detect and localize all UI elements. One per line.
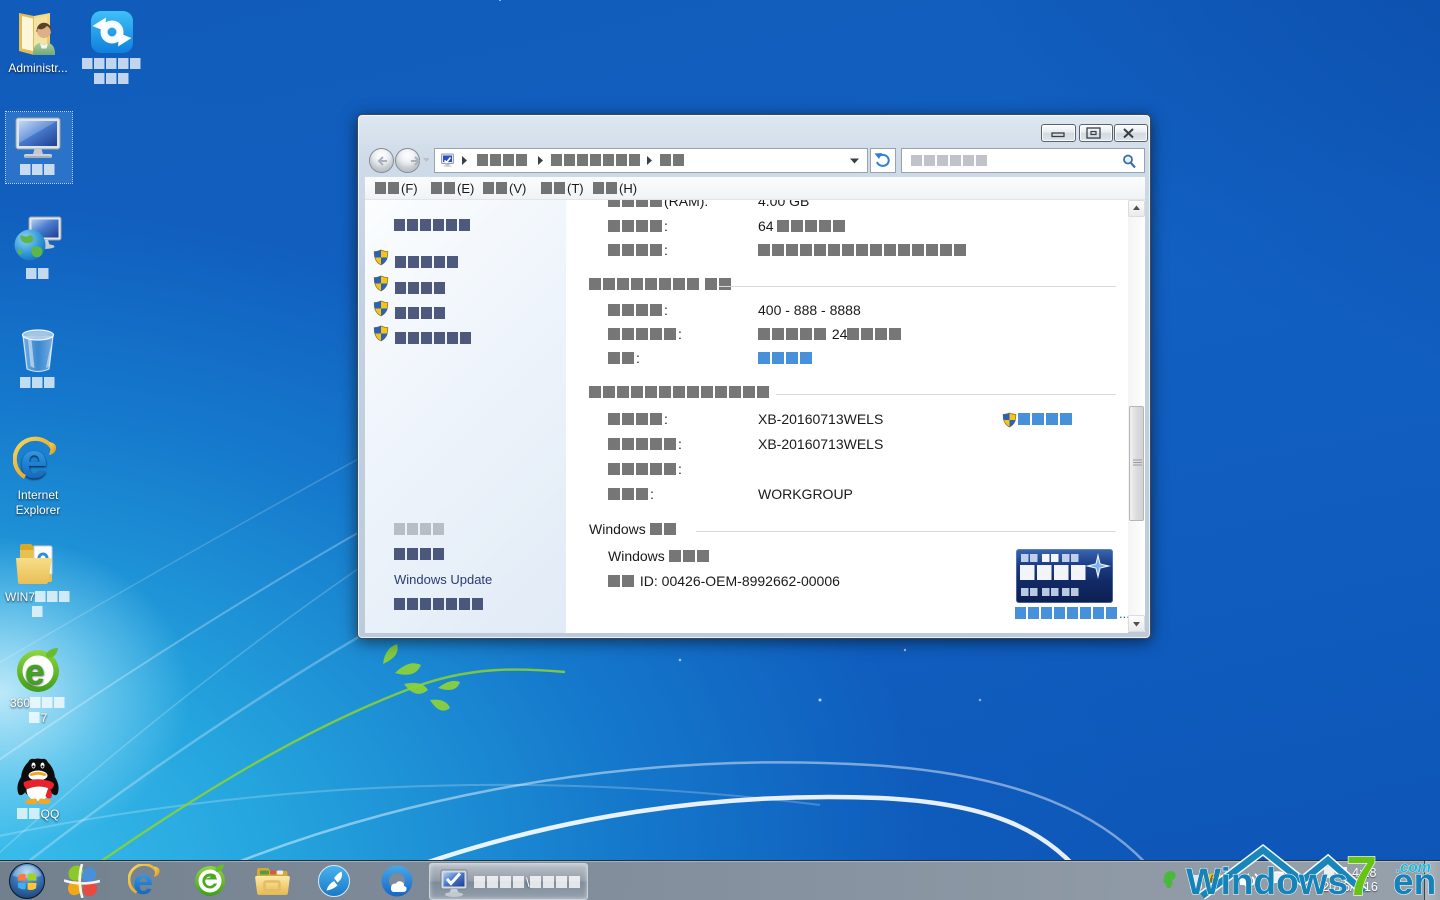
svg-text:.com: .com	[1396, 859, 1431, 876]
svg-text:e: e	[25, 651, 45, 692]
svg-text:7: 7	[1346, 844, 1377, 900]
svg-text:Windows: Windows	[1186, 861, 1348, 900]
